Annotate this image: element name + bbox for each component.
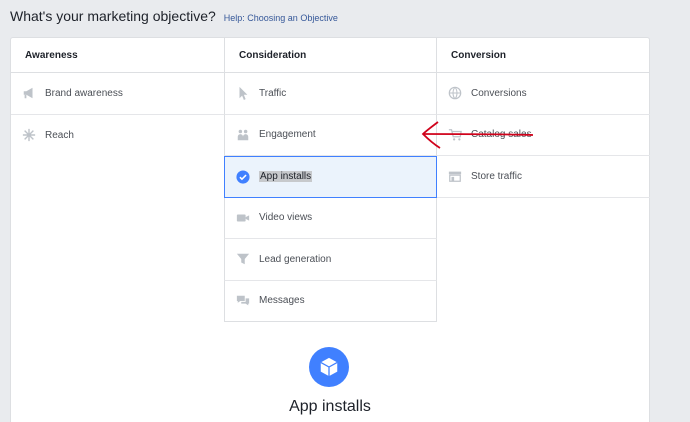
consideration-heading: Consideration <box>224 38 437 73</box>
people-icon <box>235 127 251 143</box>
item-label: Traffic <box>259 87 287 99</box>
help-link[interactable]: Help: Choosing an Objective <box>224 13 338 23</box>
globe-icon <box>447 85 463 101</box>
objective-lead-generation[interactable]: Lead generation <box>224 239 437 281</box>
item-label: Brand awareness <box>45 87 123 99</box>
objective-brand-awareness[interactable]: Brand awareness <box>11 73 224 115</box>
item-label: Messages <box>259 295 305 307</box>
cube-icon <box>309 347 349 387</box>
chat-bubbles-icon <box>235 293 251 309</box>
check-circle-icon <box>235 169 251 185</box>
item-label: App installs <box>259 171 313 183</box>
selected-objective-title: App installs <box>289 398 371 415</box>
store-icon <box>447 168 463 184</box>
video-camera-icon <box>235 210 251 226</box>
item-label: Store traffic <box>471 170 522 182</box>
item-label: Reach <box>45 129 74 141</box>
objective-header: What's your marketing objective? Help: C… <box>10 8 338 24</box>
conversion-heading: Conversion <box>437 38 650 73</box>
awareness-heading: Awareness <box>11 38 224 73</box>
megaphone-icon <box>21 85 37 101</box>
objective-app-installs[interactable]: App installs <box>224 156 437 198</box>
consideration-column: Consideration Traffic Engagement App ins… <box>224 38 437 322</box>
conversion-column: Conversion Conversions Catalog sales Sto… <box>437 38 650 198</box>
item-label: Conversions <box>471 87 527 99</box>
objective-traffic[interactable]: Traffic <box>224 73 437 115</box>
item-label: Catalog sales <box>471 129 532 141</box>
cursor-icon <box>235 85 251 101</box>
objective-conversions[interactable]: Conversions <box>437 73 650 115</box>
item-label: Engagement <box>259 129 316 141</box>
item-label: Lead generation <box>259 253 332 265</box>
funnel-icon <box>235 251 251 267</box>
objective-question: What's your marketing objective? <box>10 8 216 24</box>
objective-video-views[interactable]: Video views <box>224 197 437 239</box>
item-label: Video views <box>259 212 313 224</box>
cart-icon <box>447 127 463 143</box>
objective-engagement[interactable]: Engagement <box>224 114 437 156</box>
objective-reach[interactable]: Reach <box>11 115 224 157</box>
objective-messages[interactable]: Messages <box>224 280 437 322</box>
objective-catalog-sales[interactable]: Catalog sales <box>437 115 650 156</box>
awareness-column: Awareness Brand awareness Reach <box>11 38 224 156</box>
reach-icon <box>21 127 37 143</box>
objective-store-traffic[interactable]: Store traffic <box>437 156 650 198</box>
